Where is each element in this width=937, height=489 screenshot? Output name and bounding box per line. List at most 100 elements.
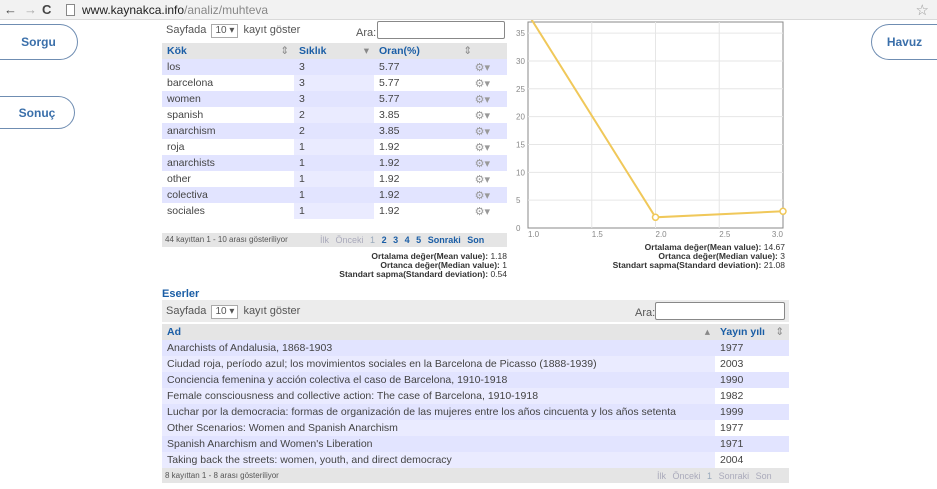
- back-button[interactable]: ←: [4, 2, 17, 18]
- cell-oran-text: 5.77: [379, 60, 400, 73]
- gear-icon[interactable]: ⚙▾: [475, 141, 490, 154]
- cell-kok: other: [162, 171, 294, 187]
- cell-kok: anarchists: [162, 155, 294, 171]
- pager-page-3[interactable]: 3: [393, 235, 398, 245]
- eserler-pager: İlk Önceki 1 Sonraki Son: [655, 469, 774, 483]
- forward-button[interactable]: →: [24, 2, 37, 18]
- cell-ad: Anarchists of Andalusia, 1868-1903: [162, 340, 715, 356]
- table-row[interactable]: Conciencia femenina y acción colectiva e…: [162, 372, 789, 388]
- x-tick-label: 3.0: [772, 230, 784, 239]
- table-row: other 1 1.92 ⚙▾: [162, 171, 507, 187]
- gear-icon[interactable]: ⚙▾: [475, 77, 490, 90]
- data-point: [779, 207, 787, 216]
- cell-siklik: 1: [294, 155, 374, 171]
- col-header-oran[interactable]: Oran(%) ⇕: [374, 43, 507, 59]
- tab-havuz[interactable]: Havuz: [871, 24, 937, 60]
- tab-sorgu[interactable]: Sorgu: [0, 24, 78, 60]
- cell-siklik-text: 1: [299, 141, 305, 153]
- table-row[interactable]: Spanish Anarchism and Women's Liberation…: [162, 436, 789, 452]
- eserler-search-input[interactable]: [655, 302, 785, 320]
- cell-yayin-yili: 1999: [715, 404, 789, 420]
- gear-icon[interactable]: ⚙▾: [475, 189, 490, 202]
- gear-icon[interactable]: ⚙▾: [475, 125, 490, 138]
- cell-yayin-yili: 2003: [715, 356, 789, 372]
- cell-oran-text: 1.92: [379, 204, 400, 217]
- pager-page-5[interactable]: 5: [416, 235, 421, 245]
- cell-oran: 5.77 ⚙▾: [374, 91, 507, 107]
- eserler-pager-first[interactable]: İlk: [657, 471, 666, 481]
- pager-next[interactable]: Sonraki: [428, 235, 461, 245]
- gear-icon[interactable]: ⚙▾: [475, 109, 490, 122]
- table-row[interactable]: Female consciousness and collective acti…: [162, 388, 789, 404]
- col-header-siklik[interactable]: Sıklık ▾: [294, 43, 374, 59]
- top-stats: Ortalama değer(Mean value): 1.18 Ortanca…: [262, 252, 507, 279]
- table-row[interactable]: Other Scenarios: Women and Spanish Anarc…: [162, 420, 789, 436]
- table-row: roja 1 1.92 ⚙▾: [162, 139, 507, 155]
- table-row: barcelona 3 5.77 ⚙▾: [162, 75, 507, 91]
- x-tick-label: 1.0: [528, 230, 540, 239]
- cell-oran: 1.92 ⚙▾: [374, 187, 507, 203]
- col-header-ad[interactable]: Ad ▴: [162, 324, 715, 340]
- chart-stat-stddev: Standart sapma(Standard deviation): 21.0…: [612, 260, 785, 270]
- eserler-page-length-select[interactable]: 10 ▾: [211, 305, 239, 319]
- cell-oran: 1.92 ⚙▾: [374, 155, 507, 171]
- eserler-pager-page-1[interactable]: 1: [707, 471, 712, 481]
- pager-prev[interactable]: Önceki: [336, 235, 364, 245]
- cell-kok: colectiva: [162, 187, 294, 203]
- col-header-kok[interactable]: Kök ⇕: [162, 43, 294, 59]
- eserler-title: Eserler: [162, 288, 200, 300]
- address-bar[interactable]: www.kaynakca.info/analiz/muhteva: [82, 3, 268, 17]
- gear-icon[interactable]: ⚙▾: [475, 157, 490, 170]
- cell-siklik-text: 3: [299, 61, 305, 73]
- eserler-pager-next[interactable]: Sonraki: [719, 471, 750, 481]
- gear-icon[interactable]: ⚙▾: [475, 61, 490, 74]
- cell-siklik: 3: [294, 91, 374, 107]
- url-path: /analiz/muhteva: [184, 3, 269, 17]
- cell-ad: Taking back the streets: women, youth, a…: [162, 452, 715, 468]
- table-row[interactable]: Taking back the streets: women, youth, a…: [162, 452, 789, 468]
- works-table: Ad ▴ Yayın yılı ⇕ Anarchists of Andalusia,…: [162, 324, 789, 468]
- table-row: sociales 1 1.92 ⚙▾: [162, 203, 507, 219]
- cell-kok-text: sociales: [167, 205, 205, 217]
- cell-yayin-yili: 1971: [715, 436, 789, 452]
- cell-oran-text: 5.77: [379, 76, 400, 89]
- gear-icon[interactable]: ⚙▾: [475, 173, 490, 186]
- col-header-yayin-yili-label: Yayın yılı: [720, 326, 765, 338]
- cell-kok-text: anarchists: [167, 157, 215, 169]
- cell-yayin-yili: 1982: [715, 388, 789, 404]
- cell-oran-text: 5.77: [379, 92, 400, 105]
- cell-oran-text: 1.92: [379, 140, 400, 153]
- top-search-label: Ara:: [356, 27, 377, 39]
- cell-oran-text: 3.85: [379, 124, 400, 137]
- eserler-length-control: Sayfada 10 ▾ kayıt göster: [166, 304, 300, 319]
- cell-oran: 1.92 ⚙▾: [374, 171, 507, 187]
- pager-page-1[interactable]: 1: [370, 235, 375, 245]
- cell-siklik: 3: [294, 59, 374, 75]
- pager-page-4[interactable]: 4: [405, 235, 410, 245]
- url-host: www.kaynakca.info: [82, 3, 185, 17]
- table-row[interactable]: Ciudad roja, período azul; los movimient…: [162, 356, 789, 372]
- table-row[interactable]: Luchar por la democracia: formas de orga…: [162, 404, 789, 420]
- page-length-select[interactable]: 10 ▾: [211, 24, 239, 38]
- table-row[interactable]: Anarchists of Andalusia, 1868-1903 1977: [162, 340, 789, 356]
- pager-first[interactable]: İlk: [320, 235, 329, 245]
- y-tick-label: 30: [516, 57, 525, 66]
- col-header-ad-label: Ad: [167, 326, 181, 338]
- pager-last[interactable]: Son: [467, 235, 484, 245]
- cell-siklik: 1: [294, 139, 374, 155]
- col-header-yayin-yili[interactable]: Yayın yılı ⇕: [715, 324, 789, 340]
- browser-toolbar: ← → C www.kaynakca.info/analiz/muhteva ☆: [0, 0, 937, 20]
- eserler-search-label: Ara:: [635, 307, 656, 319]
- tab-sonuc[interactable]: Sonuç: [0, 96, 75, 129]
- cell-yayin-yili: 2004: [715, 452, 789, 468]
- pager-page-2[interactable]: 2: [382, 235, 387, 245]
- bookmark-star-icon[interactable]: ☆: [916, 1, 929, 19]
- cell-oran-text: 1.92: [379, 156, 400, 169]
- eserler-info: 8 kayıttan 1 - 8 arası gösteriliyor: [165, 471, 279, 480]
- gear-icon[interactable]: ⚙▾: [475, 93, 490, 106]
- eserler-pager-last[interactable]: Son: [756, 471, 772, 481]
- top-search-input[interactable]: [377, 21, 505, 39]
- eserler-pager-prev[interactable]: Önceki: [673, 471, 701, 481]
- reload-button[interactable]: C: [42, 2, 51, 18]
- gear-icon[interactable]: ⚙▾: [475, 205, 490, 218]
